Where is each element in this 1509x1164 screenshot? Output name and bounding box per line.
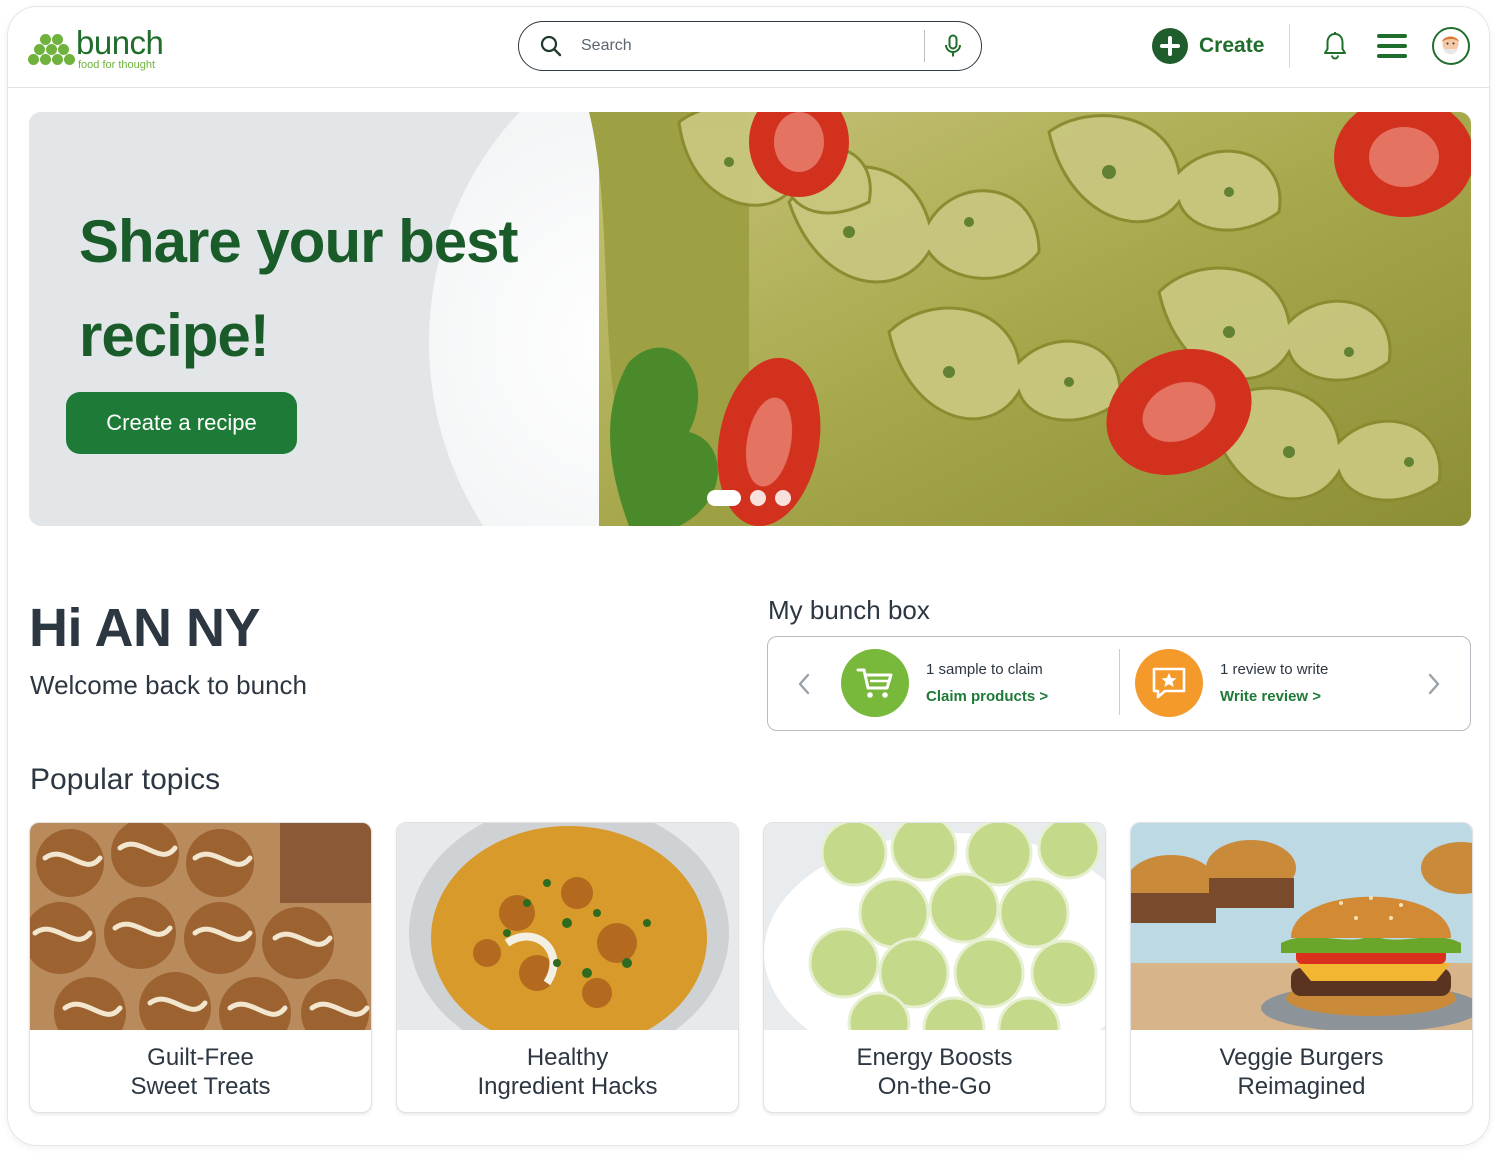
box-divider [1119, 649, 1120, 715]
claim-products-link[interactable]: Claim products > [926, 689, 1048, 704]
topic-card-line1: Healthy [526, 1044, 609, 1071]
shopping-cart-icon [841, 649, 909, 717]
topic-card-sweet-treats[interactable]: Guilt-Free Sweet Treats [29, 822, 372, 1113]
chevron-right-icon[interactable] [1425, 671, 1443, 697]
sample-count-text: 1 sample to claim [926, 661, 1043, 678]
chevron-left-icon[interactable] [795, 671, 813, 697]
topic-card-line2: Ingredient Hacks [477, 1073, 658, 1100]
logo-tagline: food for thought [78, 58, 156, 71]
box-item-sample[interactable]: 1 sample to claim Claim products > [841, 648, 1048, 718]
veggie-burger-image [1131, 823, 1472, 1030]
plus-icon [1152, 28, 1188, 64]
top-header: bunch food for thought Search Create [8, 7, 1489, 88]
curry-bowl-image [397, 823, 738, 1030]
hero-title: Share your best recipe! [79, 208, 519, 369]
box-item-review[interactable]: 1 review to write Write review > [1135, 648, 1328, 718]
write-review-link[interactable]: Write review > [1220, 689, 1328, 704]
avatar[interactable] [1432, 27, 1470, 65]
topic-card-line2: Sweet Treats [130, 1073, 271, 1100]
create-recipe-button[interactable]: Create a recipe [66, 392, 297, 454]
hero-banner: Share your best recipe! Create a recipe [29, 112, 1471, 526]
search-icon[interactable] [539, 34, 563, 58]
carousel-dot-2[interactable] [750, 490, 766, 506]
topic-card-veggie-burgers[interactable]: Veggie Burgers Reimagined [1130, 822, 1473, 1113]
topic-card-line1: Veggie Burgers [1219, 1044, 1384, 1071]
hamburger-menu-icon[interactable] [1377, 32, 1409, 60]
carousel-dots [707, 490, 791, 506]
create-button[interactable]: Create [1152, 27, 1264, 65]
topic-cards: Guilt-Free Sweet Treats Healthy Ingredie… [29, 822, 1473, 1113]
logo-wordmark: bunch [76, 23, 164, 61]
bunch-logo[interactable]: bunch food for thought [28, 23, 164, 73]
bunch-box-title: My bunch box [768, 595, 930, 625]
carousel-dot-1[interactable] [707, 490, 741, 506]
create-label: Create [1199, 34, 1265, 57]
topic-card-ingredient-hacks[interactable]: Healthy Ingredient Hacks [396, 822, 739, 1113]
search-input[interactable]: Search [581, 37, 924, 55]
topic-card-energy-boosts[interactable]: Energy Boosts On-the-Go [763, 822, 1106, 1113]
greeting-subtitle: Welcome back to bunch [30, 670, 307, 700]
topic-card-line1: Energy Boosts [856, 1044, 1013, 1071]
header-divider [1289, 24, 1290, 68]
review-count-text: 1 review to write [1220, 661, 1329, 678]
carousel-dot-3[interactable] [775, 490, 791, 506]
app-window: bunch food for thought Search Create Sha… [7, 6, 1490, 1146]
energy-balls-image [30, 823, 371, 1030]
greeting-title: Hi AN NY [29, 598, 261, 658]
microphone-icon[interactable] [925, 34, 981, 58]
topic-card-line2: Reimagined [1237, 1073, 1366, 1100]
popular-topics-title: Popular topics [30, 763, 221, 796]
grapes-logo-icon [28, 30, 75, 66]
review-star-icon [1135, 649, 1203, 717]
topic-card-line1: Guilt-Free [147, 1044, 254, 1071]
topic-card-line2: On-the-Go [877, 1073, 992, 1100]
search-bar[interactable]: Search [518, 21, 982, 71]
bell-icon[interactable] [1322, 31, 1348, 61]
frozen-grapes-image [764, 823, 1105, 1030]
bunch-box-card: 1 sample to claim Claim products > 1 rev… [767, 636, 1471, 731]
